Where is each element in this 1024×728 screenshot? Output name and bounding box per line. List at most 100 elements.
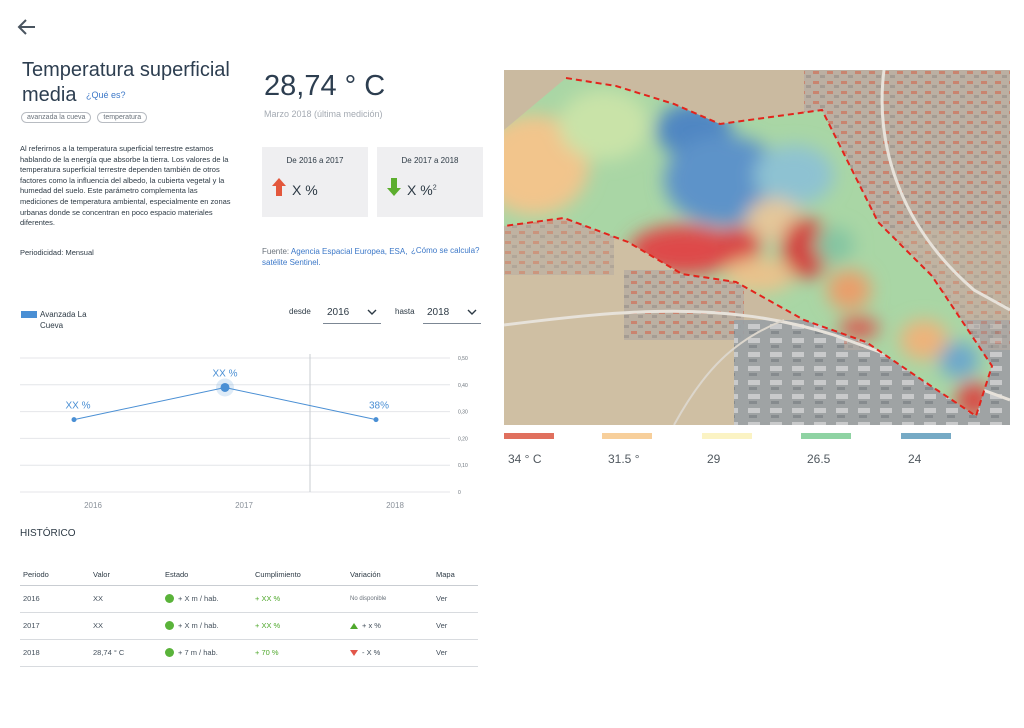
tag-avanzada-la-cueva[interactable]: avanzada la cueva — [21, 112, 92, 123]
cell-state-text: + X m / hab. — [178, 593, 219, 603]
page-title-text: Temperatura superficial media — [22, 59, 230, 106]
arrow-up-icon — [272, 178, 286, 201]
scale-swatch-24 — [901, 433, 951, 439]
delta-card-2016-2017: De 2016 a 2017 X % — [262, 147, 368, 217]
table-row: 2017 XX + X m / hab. + XX % + x % Ver — [20, 612, 478, 640]
trend-chart: 0,50 0,40 0,30 0,20 0,10 0 XX % 2016 XX % 2017 38%… — [20, 354, 468, 510]
data-label: XX % — [65, 401, 90, 412]
legend-swatch — [21, 311, 37, 318]
back-arrow-icon[interactable] — [14, 14, 40, 40]
current-value: 28,74 ° C — [264, 70, 386, 102]
data-point — [71, 417, 77, 423]
to-year-value: 2018 — [427, 307, 450, 318]
status-dot-icon — [165, 594, 174, 604]
temperature-map[interactable] — [504, 70, 1010, 425]
view-map-link[interactable]: Ver — [433, 639, 478, 667]
tag-temperatura[interactable]: temperatura — [97, 112, 148, 123]
cell-variation-text: - X % — [362, 648, 381, 657]
periodicity-text: Periodicidad: Mensual — [20, 248, 94, 257]
cell-compliance: + 70 % — [252, 639, 347, 667]
history-header-row: Periodo Valor Estado Cumplimiento Variac… — [20, 565, 478, 586]
legend-label: Avanzada La Cueva — [40, 310, 87, 330]
chevron-down-icon — [467, 307, 477, 318]
data-label: 38% — [369, 401, 389, 412]
current-value-date: Marzo 2018 (última medición) — [264, 109, 383, 119]
cell-state: + X m / hab. — [162, 585, 252, 613]
col-map: Mapa — [433, 565, 478, 586]
scale-label: 34 ° C — [508, 452, 542, 466]
y-tick-label: 0,40 — [458, 383, 468, 389]
history-table: Periodo Valor Estado Cumplimiento Variac… — [20, 565, 478, 667]
cell-variation: No disponible — [347, 585, 433, 613]
data-point — [220, 382, 230, 392]
description-text: Al referirnos a la temperatura superfici… — [20, 144, 231, 228]
col-variation: Variación — [347, 565, 433, 586]
table-row: 2018 28,74 ° C + 7 m / hab. + 70 % - X %… — [20, 639, 478, 667]
cell-period: 2016 — [20, 585, 90, 613]
from-label: desde — [289, 307, 311, 316]
x-tick-label: 2018 — [386, 501, 404, 510]
scale-label: 26.5 — [807, 452, 831, 466]
delta-card-value-text: X % — [407, 181, 433, 198]
scale-swatch-34 — [504, 433, 554, 439]
delta-card-value: X % — [292, 181, 318, 198]
data-point — [373, 417, 379, 423]
delta-card-2017-2018: De 2017 a 2018 X %2 — [377, 147, 483, 217]
history-title: HISTÓRICO — [20, 528, 76, 539]
delta-card-title: De 2017 a 2018 — [401, 156, 459, 165]
source-prefix: Fuente: — [262, 247, 291, 256]
how-calculated-link[interactable]: ¿Cómo se calcula? — [411, 246, 479, 255]
cell-value: XX — [90, 612, 162, 640]
chevron-down-icon — [367, 307, 377, 318]
to-year-select[interactable]: 2018 — [423, 302, 481, 324]
cell-state: + 7 m / hab. — [162, 639, 252, 667]
view-map-link[interactable]: Ver — [433, 612, 478, 640]
y-tick-label: 0,30 — [458, 410, 468, 416]
y-tick-label: 0,50 — [458, 356, 468, 362]
y-tick-label: 0,20 — [458, 436, 468, 442]
scale-label: 29 — [707, 452, 721, 466]
delta-card-superscript: 2 — [432, 183, 437, 191]
to-label: hasta — [395, 307, 415, 316]
cell-compliance: + XX % — [252, 585, 347, 613]
col-state: Estado — [162, 565, 252, 586]
scale-swatch-26-5 — [801, 433, 851, 439]
from-year-value: 2016 — [327, 307, 350, 318]
cell-period: 2017 — [20, 612, 90, 640]
arrow-down-icon — [387, 178, 401, 201]
scale-swatch-29 — [702, 433, 752, 439]
cell-state-text: + 7 m / hab. — [178, 647, 218, 657]
satellite-heatmap-image — [504, 70, 1010, 425]
col-period: Periodo — [20, 565, 90, 586]
what-is-link[interactable]: ¿Qué es? — [86, 90, 126, 100]
arrow-down-icon — [350, 650, 358, 657]
arrow-up-icon — [350, 623, 358, 630]
cell-period: 2018 — [20, 639, 90, 667]
scale-swatch-31-5 — [602, 433, 652, 439]
cell-variation-text: + x % — [362, 621, 381, 630]
scale-label: 24 — [908, 452, 922, 466]
col-value: Valor — [90, 565, 162, 586]
cell-compliance: + XX % — [252, 612, 347, 640]
delta-card-title: De 2016 a 2017 — [286, 156, 344, 165]
scale-label: 31.5 ° — [608, 452, 640, 466]
cell-value: 28,74 ° C — [90, 639, 162, 667]
status-dot-icon — [165, 621, 174, 631]
y-tick-label: 0,10 — [458, 463, 468, 469]
table-row: 2016 XX + X m / hab. + XX % No disponibl… — [20, 585, 478, 613]
x-tick-label: 2017 — [235, 501, 253, 510]
tag-list: avanzada la cueva temperatura — [21, 112, 148, 123]
data-label: XX % — [212, 368, 237, 379]
col-compliance: Cumplimiento — [252, 565, 347, 586]
x-tick-label: 2016 — [84, 501, 102, 510]
cell-state-text: + X m / hab. — [178, 620, 219, 630]
from-year-select[interactable]: 2016 — [323, 302, 381, 324]
delta-card-value: X %2 — [407, 182, 437, 198]
cell-state: + X m / hab. — [162, 612, 252, 640]
view-map-link[interactable]: Ver — [433, 585, 478, 613]
cell-value: XX — [90, 585, 162, 613]
cell-variation: - X % — [347, 639, 433, 667]
status-dot-icon — [165, 648, 174, 658]
cell-variation: + x % — [347, 612, 433, 640]
y-tick-label: 0 — [458, 490, 461, 496]
